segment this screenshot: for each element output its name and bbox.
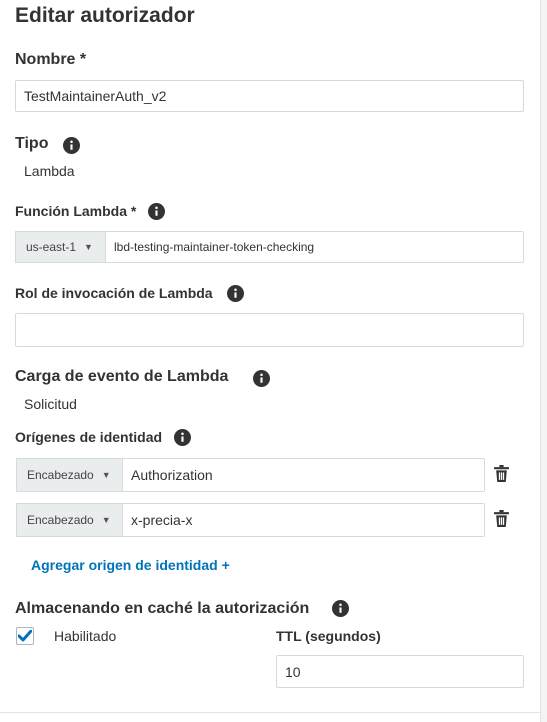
nombre-label: Nombre * — [15, 51, 87, 68]
origen-type-select[interactable]: Encabezado ▼ — [16, 503, 122, 537]
ttl-input[interactable]: 10 — [276, 655, 524, 688]
check-icon — [18, 630, 32, 642]
ttl-label: TTL (segundos) — [276, 628, 381, 644]
caret-down-icon: ▼ — [84, 242, 93, 252]
trash-icon[interactable] — [494, 465, 509, 482]
info-icon[interactable] — [253, 370, 270, 387]
origen-type-select[interactable]: Encabezado ▼ — [16, 458, 122, 492]
origen-value: x-precia-x — [131, 512, 193, 528]
funcion-lambda-label: Función Lambda * — [15, 203, 137, 219]
carga-evento-value: Solicitud — [24, 396, 77, 412]
nombre-input[interactable]: TestMaintainerAuth_v2 — [15, 80, 524, 112]
info-icon[interactable] — [227, 285, 244, 302]
origenes-identidad-label: Orígenes de identidad — [15, 429, 163, 445]
rol-invocacion-input[interactable] — [15, 313, 524, 347]
info-icon[interactable] — [174, 429, 191, 446]
region-select-value: us-east-1 — [26, 240, 77, 254]
add-identity-source-link[interactable]: Agregar origen de identidad + — [31, 557, 230, 573]
info-icon[interactable] — [332, 600, 349, 617]
divider — [0, 712, 547, 713]
origen-type-value: Encabezado — [27, 468, 94, 482]
cache-enabled-label: Habilitado — [54, 628, 117, 644]
origen-value: Authorization — [131, 467, 213, 483]
funcion-lambda-input[interactable]: lbd-testing-maintainer-token-checking — [105, 231, 524, 263]
tipo-label: Tipo — [15, 135, 49, 152]
cache-label: Almacenando en caché la autorización — [15, 600, 310, 617]
region-select[interactable]: us-east-1 ▼ — [15, 231, 105, 263]
page-title: Editar autorizador — [15, 4, 195, 27]
origen-value-input[interactable]: Authorization — [122, 458, 485, 492]
caret-down-icon: ▼ — [101, 515, 111, 525]
ttl-value: 10 — [285, 663, 301, 680]
info-icon[interactable] — [63, 137, 80, 154]
info-icon[interactable] — [148, 203, 165, 220]
caret-down-icon: ▼ — [101, 470, 111, 480]
funcion-lambda-value: lbd-testing-maintainer-token-checking — [114, 240, 315, 254]
cache-enabled-checkbox[interactable] — [16, 627, 34, 645]
tipo-value: Lambda — [24, 163, 75, 179]
nombre-input-value: TestMaintainerAuth_v2 — [24, 88, 167, 104]
carga-evento-label: Carga de evento de Lambda — [15, 368, 229, 385]
trash-icon[interactable] — [494, 510, 509, 527]
rol-invocacion-label: Rol de invocación de Lambda — [15, 285, 213, 301]
scrollbar[interactable] — [540, 0, 547, 722]
origen-value-input[interactable]: x-precia-x — [122, 503, 485, 537]
origen-type-value: Encabezado — [27, 513, 94, 527]
